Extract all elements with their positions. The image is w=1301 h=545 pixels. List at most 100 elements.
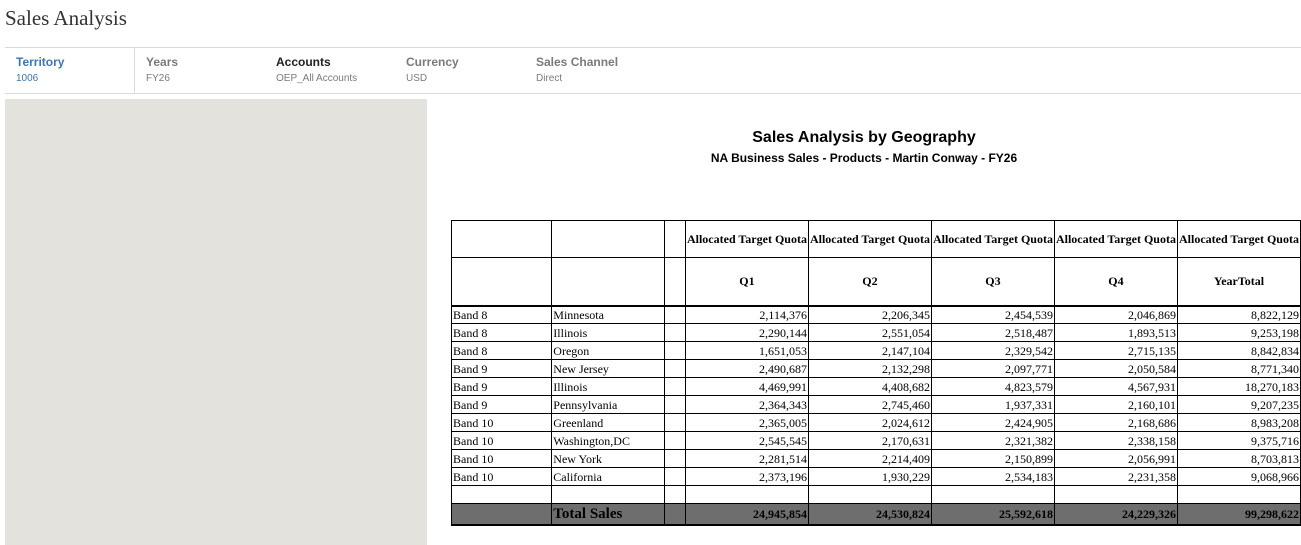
row-value-q4: 2,338,158 [1053, 431, 1178, 450]
row-value-yeartotal: 9,253,198 [1176, 323, 1301, 342]
row-value-yeartotal: 9,207,235 [1176, 395, 1301, 414]
row-value-q1: 2,365,005 [684, 413, 809, 432]
row-spacer-cell [664, 305, 686, 324]
header-row-measure: Allocated Target Quota Allocated Target … [450, 220, 1301, 258]
row-state: Oregon [551, 341, 666, 360]
column-header-measure: Allocated Target Quota [1176, 220, 1301, 258]
spacer-cell [930, 485, 1055, 504]
pov-territory[interactable]: Territory 1006 [5, 48, 135, 93]
row-value-q3: 2,329,542 [930, 341, 1055, 360]
row-spacer-cell [664, 377, 686, 396]
row-value-yeartotal: 8,842,834 [1176, 341, 1301, 360]
row-value-q4: 2,056,991 [1053, 449, 1178, 468]
spacer-cell [664, 485, 686, 504]
row-state: Washington,DC [551, 431, 666, 450]
column-header-measure: Allocated Target Quota [807, 220, 932, 258]
header-empty-cell [664, 220, 686, 258]
row-value-q2: 2,745,460 [807, 395, 932, 414]
pov-years-value: FY26 [146, 73, 170, 84]
data-rows: Band 8 Minnesota 2,114,376 2,206,345 2,454,5… [450, 305, 1301, 486]
pov-territory-value: 1006 [16, 73, 39, 84]
row-band: Band 10 [450, 431, 553, 450]
row-band: Band 8 [450, 341, 553, 360]
row-spacer-cell [664, 359, 686, 378]
row-value-q2: 1,930,229 [807, 467, 932, 486]
total-q2: 24,530,824 [807, 503, 932, 526]
table-row: Band 10 Greenland 2,365,005 2,024,612 2,424,… [450, 413, 1301, 432]
row-value-q2: 2,132,298 [807, 359, 932, 378]
row-value-q2: 2,214,409 [807, 449, 932, 468]
pov-accounts-label: Accounts [276, 55, 331, 69]
row-spacer-cell [664, 449, 686, 468]
spacer-cell [450, 485, 553, 504]
header-empty-cell [450, 257, 553, 307]
left-panel [5, 99, 427, 545]
row-spacer-cell [664, 395, 686, 414]
row-value-q3: 2,424,905 [930, 413, 1055, 432]
sales-grid: Allocated Target Quota Allocated Target … [450, 220, 1301, 526]
pov-accounts[interactable]: Accounts OEP_All Accounts [265, 48, 395, 93]
total-empty-cell [664, 503, 686, 526]
row-value-yeartotal: 8,822,129 [1176, 305, 1301, 324]
header-empty-cell [551, 257, 666, 307]
row-value-q4: 2,046,869 [1053, 305, 1178, 324]
header-empty-cell [450, 220, 553, 258]
row-state: Illinois [551, 323, 666, 342]
page-title: Sales Analysis [5, 6, 127, 30]
row-state: New York [551, 449, 666, 468]
row-band: Band 10 [450, 467, 553, 486]
row-state: Minnesota [551, 305, 666, 324]
row-value-q1: 2,364,343 [684, 395, 809, 414]
column-header-q3: Q3 [930, 257, 1055, 307]
column-header-measure: Allocated Target Quota [684, 220, 809, 258]
row-value-q1: 2,281,514 [684, 449, 809, 468]
row-value-q4: 4,567,931 [1053, 377, 1178, 396]
table-row: Band 10 California 2,373,196 1,930,229 2,534… [450, 467, 1301, 486]
spacer-cell [807, 485, 932, 504]
pov-bar: Territory 1006 Years FY26 Accounts OEP_A… [5, 47, 1301, 94]
table-row: Band 9 Pennsylvania 2,364,343 2,745,460 1,93… [450, 395, 1301, 414]
row-value-q4: 1,893,513 [1053, 323, 1178, 342]
column-header-measure: Allocated Target Quota [1053, 220, 1178, 258]
row-value-q3: 4,823,579 [930, 377, 1055, 396]
header-empty-cell [551, 220, 666, 258]
row-spacer-cell [664, 467, 686, 486]
row-value-q4: 2,050,584 [1053, 359, 1178, 378]
row-value-yeartotal: 18,270,183 [1176, 377, 1301, 396]
pov-currency[interactable]: Currency USD [395, 48, 525, 93]
row-band: Band 9 [450, 359, 553, 378]
column-header-q1: Q1 [684, 257, 809, 307]
spacer-row [450, 485, 1301, 504]
spacer-cell [1176, 485, 1301, 504]
header-row-period: Q1 Q2 Q3 Q4 YearTotal [450, 257, 1301, 307]
row-value-yeartotal: 8,703,813 [1176, 449, 1301, 468]
pov-sales-channel[interactable]: Sales Channel Direct [525, 48, 655, 93]
row-value-q2: 2,551,054 [807, 323, 932, 342]
row-value-q1: 1,651,053 [684, 341, 809, 360]
row-band: Band 9 [450, 377, 553, 396]
row-value-q3: 2,321,382 [930, 431, 1055, 450]
row-state: California [551, 467, 666, 486]
pov-territory-label: Territory [16, 55, 65, 69]
report-title: Sales Analysis by Geography [752, 129, 976, 146]
row-value-yeartotal: 8,771,340 [1176, 359, 1301, 378]
table-row: Band 8 Illinois 2,290,144 2,551,054 2,518,48… [450, 323, 1301, 342]
pov-years[interactable]: Years FY26 [135, 48, 265, 93]
pov-years-label: Years [146, 55, 179, 69]
row-value-q1: 2,373,196 [684, 467, 809, 486]
table-row: Band 9 New Jersey 2,490,687 2,132,298 2,097,… [450, 359, 1301, 378]
pov-accounts-value: OEP_All Accounts [276, 73, 358, 84]
total-empty-cell [450, 503, 553, 526]
row-spacer-cell [664, 413, 686, 432]
row-value-q1: 2,114,376 [684, 305, 809, 324]
total-row: Total Sales 24,945,854 24,530,824 25,592… [450, 503, 1301, 526]
table-row: Band 8 Oregon 1,651,053 2,147,104 2,329,542 2… [450, 341, 1301, 360]
pov-sales-channel-label: Sales Channel [536, 55, 619, 69]
row-band: Band 10 [450, 413, 553, 432]
total-q1: 24,945,854 [684, 503, 809, 526]
row-value-q3: 2,518,487 [930, 323, 1055, 342]
table-row: Band 8 Minnesota 2,114,376 2,206,345 2,454,5… [450, 305, 1301, 324]
row-value-q2: 2,147,104 [807, 341, 932, 360]
row-band: Band 8 [450, 323, 553, 342]
row-value-q1: 2,490,687 [684, 359, 809, 378]
